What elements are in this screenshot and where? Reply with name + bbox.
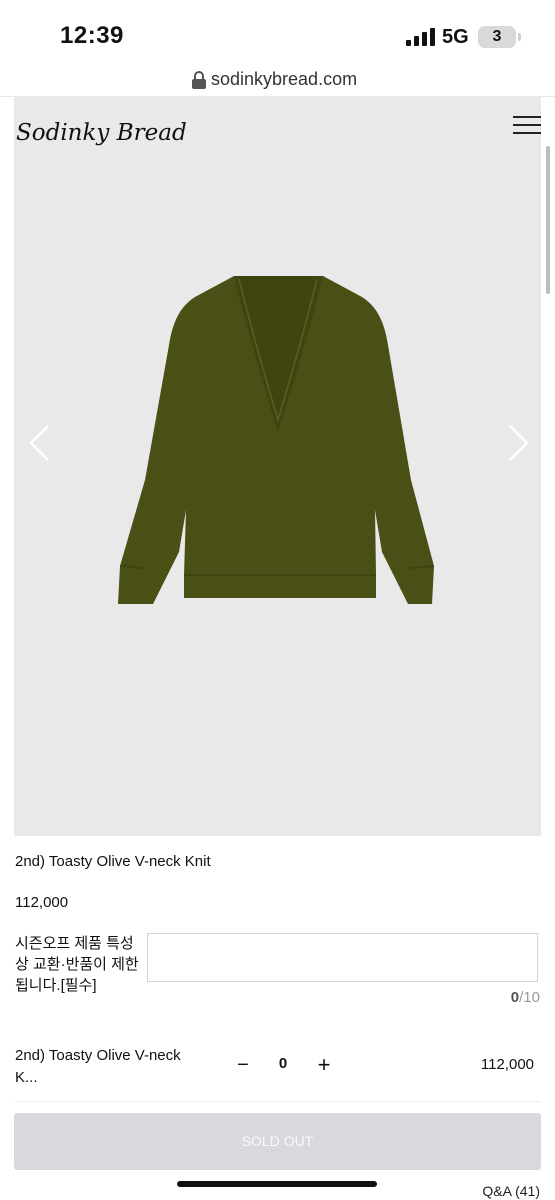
- chevron-left-icon[interactable]: [28, 424, 52, 462]
- network-label: 5G: [442, 26, 469, 48]
- divider: [14, 1101, 541, 1102]
- lock-icon: [192, 71, 206, 89]
- home-indicator: [177, 1181, 377, 1187]
- hamburger-menu-icon[interactable]: [513, 116, 541, 136]
- status-time: 12:39: [60, 22, 124, 49]
- sold-out-button[interactable]: SOLD OUT: [14, 1113, 541, 1170]
- option-label: 시즌오프 제품 특성상 교환·반품이 제한됩니다.[필수]: [15, 935, 139, 994]
- quantity-value: 0: [278, 1055, 288, 1072]
- url-text: sodinkybread.com: [211, 69, 358, 89]
- char-count-max: /10: [519, 989, 540, 1006]
- option-text-field[interactable]: [147, 933, 538, 982]
- char-count-current: 0: [510, 989, 520, 1006]
- signal-icon: [406, 28, 435, 46]
- chevron-right-icon[interactable]: [506, 424, 530, 462]
- qa-link[interactable]: Q&A (41): [482, 1183, 540, 1199]
- product-image: [118, 276, 435, 604]
- battery-icon: 3: [478, 26, 521, 48]
- url-bar[interactable]: sodinkybread.com: [0, 66, 555, 97]
- product-title: 2nd) Toasty Olive V-neck Knit: [15, 853, 211, 870]
- quantity-minus-button[interactable]: −: [234, 1053, 252, 1077]
- scrollbar[interactable]: [546, 146, 550, 294]
- site-logo[interactable]: Sodinky Bread: [16, 110, 186, 156]
- product-price: 112,000: [15, 894, 69, 911]
- char-counter: 0/10: [511, 989, 540, 1006]
- quantity-plus-button[interactable]: +: [314, 1053, 334, 1077]
- selected-item-name: 2nd) Toasty Olive V-neck K...: [15, 1047, 181, 1086]
- selected-item-price: 112,000: [480, 1056, 534, 1073]
- logo-text: Sodinky Bread: [16, 120, 186, 146]
- status-bar: 12:39 5G 3: [0, 0, 555, 66]
